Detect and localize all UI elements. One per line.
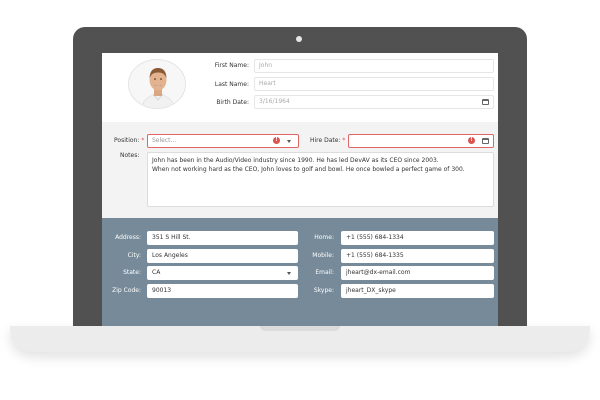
- home-phone-field[interactable]: +1 (555) 684-1334: [341, 231, 494, 245]
- required-mark: *: [141, 137, 145, 144]
- notes-label: Notes:: [120, 152, 140, 159]
- address-field[interactable]: 351 S Hill St.: [147, 231, 298, 245]
- city-field[interactable]: Los Angeles: [147, 249, 298, 263]
- state-value: CA: [152, 269, 161, 276]
- email-field[interactable]: jheart@dx-email.com: [341, 266, 494, 280]
- position-label-text: Position:: [114, 137, 140, 144]
- birth-date-label: Birth Date:: [216, 99, 249, 106]
- last-name-field[interactable]: Heart: [254, 77, 494, 91]
- error-icon: !: [273, 137, 280, 144]
- position-label: Position: *: [114, 137, 144, 144]
- error-icon: !: [468, 137, 475, 144]
- mobile-phone-label: Mobile:: [312, 252, 334, 259]
- last-name-label: Last Name:: [214, 81, 249, 88]
- zip-code-field[interactable]: 90013: [147, 284, 298, 298]
- required-mark: *: [342, 137, 346, 144]
- birth-date-field[interactable]: 3/16/1964: [254, 95, 494, 109]
- email-label: Email:: [315, 269, 334, 276]
- laptop-notch: [260, 326, 340, 331]
- home-phone-label: Home:: [314, 234, 334, 241]
- notes-textarea[interactable]: John has been in the Audio/Video industr…: [147, 152, 494, 207]
- birth-date-value: 3/16/1964: [259, 98, 290, 105]
- city-label: City:: [127, 252, 141, 259]
- person-photo-icon: [129, 60, 185, 108]
- notes-line: When not working hard as the CEO, John l…: [152, 166, 465, 173]
- notes-line: John has been in the Audio/Video industr…: [152, 157, 439, 164]
- first-name-field[interactable]: John: [254, 59, 494, 73]
- calendar-icon[interactable]: [482, 99, 489, 105]
- first-name-label: First Name:: [214, 62, 249, 69]
- hire-date-label-text: Hire Date:: [310, 137, 341, 144]
- laptop-base: [10, 326, 590, 352]
- camera-dot: [296, 36, 302, 42]
- state-select[interactable]: CA: [147, 266, 298, 280]
- employee-form-screen: First Name: John Last Name: Heart Birth …: [102, 53, 498, 326]
- state-label: State:: [123, 269, 141, 276]
- address-label: Address:: [115, 234, 141, 241]
- skype-label: Skype:: [313, 287, 334, 294]
- mobile-phone-field[interactable]: +1 (555) 684-1335: [341, 249, 494, 263]
- position-placeholder: Select...: [152, 137, 177, 144]
- employee-photo[interactable]: [128, 59, 186, 109]
- chevron-down-icon[interactable]: [287, 140, 291, 143]
- zip-code-label: Zip Code:: [112, 287, 141, 294]
- skype-field[interactable]: jheart_DX_skype: [341, 284, 494, 298]
- calendar-icon[interactable]: [482, 138, 489, 144]
- hire-date-label: Hire Date: *: [310, 137, 345, 144]
- chevron-down-icon[interactable]: [287, 272, 291, 275]
- address-contact-section: Address: 351 S Hill St. City: Los Angele…: [102, 218, 498, 326]
